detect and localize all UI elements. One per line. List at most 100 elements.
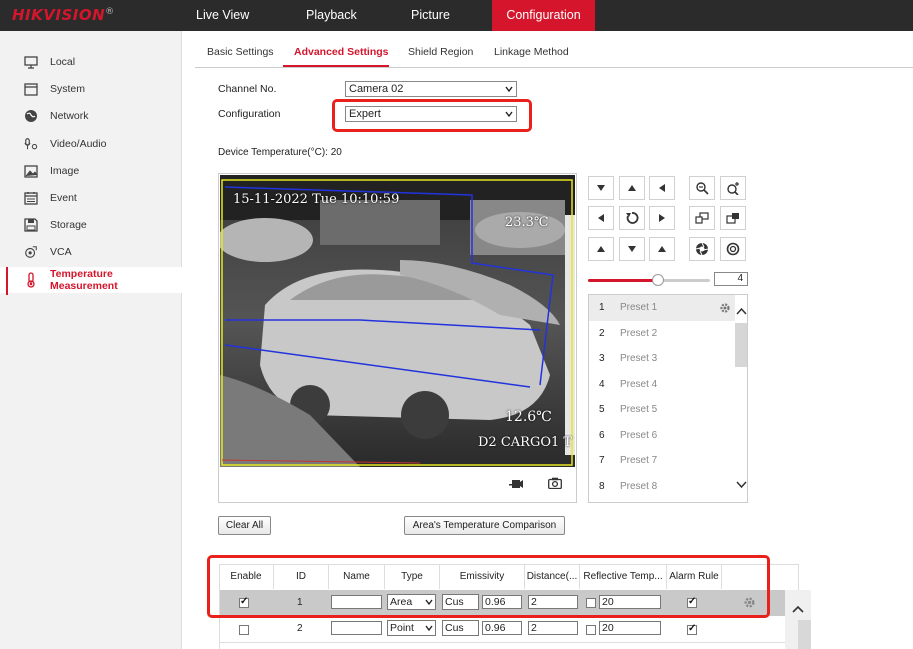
sidebar-item-local[interactable]: Local xyxy=(0,49,182,75)
preset-scrollbar[interactable] xyxy=(735,295,747,502)
subtab-shield-region[interactable]: Shield Region xyxy=(408,46,473,58)
reflective-checkbox[interactable] xyxy=(586,625,596,635)
preset-item[interactable]: 1 Preset 1 xyxy=(589,295,735,321)
ptz-down-button[interactable] xyxy=(619,237,645,261)
preset-name: Preset 6 xyxy=(620,429,658,441)
arrow-up-icon xyxy=(597,246,605,252)
storage-icon xyxy=(24,218,38,232)
channel-label: Channel No. xyxy=(218,83,277,95)
ptz-right-button[interactable] xyxy=(649,206,675,230)
focus-far-button[interactable] xyxy=(720,206,746,230)
tab-playback[interactable]: Playback xyxy=(292,0,397,31)
preset-item[interactable]: 2 Preset 2 xyxy=(589,321,735,347)
sidebar-item-network[interactable]: Network xyxy=(0,103,182,129)
preset-name: Preset 2 xyxy=(620,327,658,339)
row-id: 2 xyxy=(297,623,303,634)
highlight-box-configuration xyxy=(332,99,532,132)
type-value: Point xyxy=(390,622,414,634)
camera-snapshot-icon[interactable] xyxy=(548,477,562,489)
sidebar-item-label: Network xyxy=(50,110,89,122)
emissivity-mode-select[interactable]: Cus xyxy=(442,620,479,636)
table-scrollbar[interactable] xyxy=(785,590,811,649)
calendar-icon xyxy=(24,191,38,205)
preset-name: Preset 8 xyxy=(620,480,658,492)
enable-checkbox[interactable] xyxy=(239,625,249,635)
preset-item[interactable]: 5 Preset 5 xyxy=(589,397,735,423)
table-row xyxy=(220,642,785,649)
preset-item[interactable]: 8 Preset 8 xyxy=(589,474,735,500)
ptz-left-button[interactable] xyxy=(588,206,614,230)
preset-item[interactable]: 6 Preset 6 xyxy=(589,423,735,449)
thermal-video[interactable]: 15-11-2022 Tue 10:10:59 23.3℃ 12.6℃ D2 C… xyxy=(220,175,575,467)
sidebar-item-label: VCA xyxy=(50,246,72,258)
vca-icon xyxy=(24,245,38,259)
sub-tabs: Basic Settings Advanced Settings Shield … xyxy=(195,40,913,68)
system-icon xyxy=(24,82,38,96)
arrow-down-icon xyxy=(597,185,605,191)
name-input[interactable] xyxy=(331,621,382,635)
preset-id: 2 xyxy=(599,327,605,339)
record-icon[interactable] xyxy=(509,478,523,490)
thermometer-icon xyxy=(24,272,38,288)
zoom-in-button[interactable] xyxy=(720,176,746,200)
ptz-down-right-button[interactable] xyxy=(649,237,675,261)
sidebar-item-label: Temperature Measurement xyxy=(50,268,118,292)
tab-picture[interactable]: Picture xyxy=(397,0,492,31)
refresh-icon xyxy=(626,212,639,224)
ptz-up-button[interactable] xyxy=(619,176,645,200)
channel-select[interactable]: Camera 02 xyxy=(345,81,517,97)
iris-close-button[interactable] xyxy=(689,237,715,261)
arrow-left-icon xyxy=(659,184,665,192)
sidebar-item-label: Local xyxy=(50,56,76,68)
ptz-speed-value[interactable]: 4 xyxy=(714,272,748,286)
brand-logo: HIKVISION® xyxy=(12,6,115,24)
temperature-comparison-button[interactable]: Area's Temperature Comparison xyxy=(404,516,565,535)
ptz-up-left-button[interactable] xyxy=(588,176,614,200)
sidebar-item-storage[interactable]: Storage xyxy=(0,212,182,238)
sidebar-item-temperature-measurement[interactable]: Temperature Measurement xyxy=(0,267,182,295)
ptz-down-left-button[interactable] xyxy=(588,237,614,261)
sidebar-item-system[interactable]: System xyxy=(0,76,182,102)
preset-item[interactable]: 3 Preset 3 xyxy=(589,346,735,372)
subtab-basic-settings[interactable]: Basic Settings xyxy=(207,46,274,58)
sidebar-item-vca[interactable]: VCA xyxy=(0,239,182,265)
sidebar-item-label: Storage xyxy=(50,219,87,231)
focus-near-button[interactable] xyxy=(689,206,715,230)
preset-id: 3 xyxy=(599,353,605,365)
ptz-auto-button[interactable] xyxy=(619,206,645,230)
preset-id: 7 xyxy=(599,455,605,467)
chevron-down-icon xyxy=(425,625,433,632)
live-video-panel: 15-11-2022 Tue 10:10:59 23.3℃ 12.6℃ D2 C… xyxy=(218,173,577,503)
globe-icon xyxy=(24,109,38,123)
tab-configuration[interactable]: Configuration xyxy=(492,0,595,31)
tab-live-view[interactable]: Live View xyxy=(182,0,292,31)
clear-all-button[interactable]: Clear All xyxy=(218,516,271,535)
ptz-speed-knob[interactable] xyxy=(651,274,664,286)
preset-name: Preset 5 xyxy=(620,404,658,416)
ptz-speed-slider[interactable] xyxy=(588,274,710,286)
alarm-rule-checkbox[interactable] xyxy=(687,623,697,635)
reflective-temp-input[interactable]: 20 xyxy=(599,621,661,635)
chevron-down-icon xyxy=(505,86,513,93)
arrow-up-icon xyxy=(658,246,666,252)
gear-icon[interactable] xyxy=(719,302,731,314)
preset-item[interactable]: 7 Preset 7 xyxy=(589,448,735,474)
iris-open-button[interactable] xyxy=(720,237,746,261)
focus-far-icon xyxy=(726,213,739,224)
table-row[interactable]: 2 Point Cus 0.96 2 20 xyxy=(220,616,785,642)
arrow-up-icon xyxy=(628,185,636,191)
ptz-speed-fill xyxy=(588,279,658,282)
zoom-out-button[interactable] xyxy=(689,176,715,200)
sidebar-item-image[interactable]: Image xyxy=(0,158,182,184)
configuration-label: Configuration xyxy=(218,108,281,120)
subtab-linkage-method[interactable]: Linkage Method xyxy=(494,46,569,58)
ptz-up-right-button[interactable] xyxy=(649,176,675,200)
preset-item[interactable]: 4 Preset 4 xyxy=(589,372,735,398)
sidebar-item-event[interactable]: Event xyxy=(0,185,182,211)
sidebar-item-video-audio[interactable]: Video/Audio xyxy=(0,131,182,157)
sidebar-item-label: System xyxy=(50,83,86,95)
type-select[interactable]: Point xyxy=(387,620,436,636)
subtab-advanced-settings[interactable]: Advanced Settings xyxy=(294,46,389,58)
emissivity-input[interactable]: 0.96 xyxy=(482,621,522,635)
distance-input[interactable]: 2 xyxy=(528,621,578,635)
